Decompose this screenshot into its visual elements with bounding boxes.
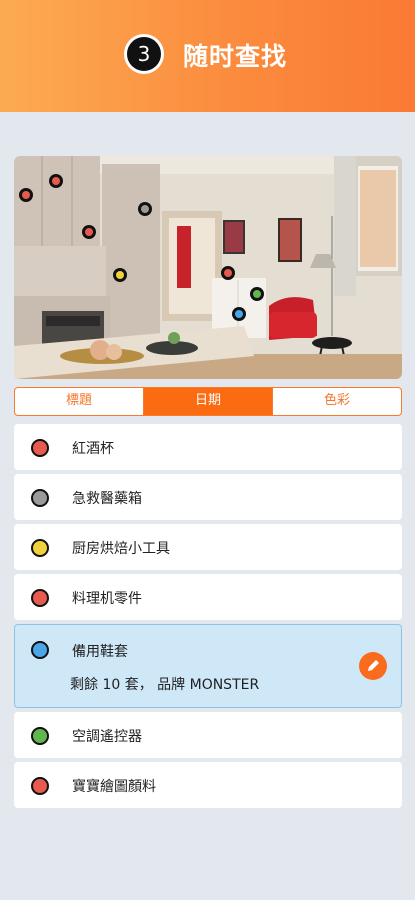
item-label: 寶寶繪圖顏料 (72, 779, 156, 795)
color-dot (31, 589, 49, 607)
tab-color[interactable]: 色彩 (272, 388, 401, 415)
photo-marker[interactable] (49, 174, 63, 188)
color-dot (31, 641, 49, 659)
edit-button[interactable] (359, 652, 387, 680)
list-item-selected[interactable]: 備用鞋套 剩餘 10 套， 品牌 MONSTER (14, 624, 402, 708)
list-item[interactable]: 寶寶繪圖顏料 (14, 762, 402, 808)
item-list: 紅酒杯 急救醫藥箱 厨房烘焙小工具 料理机零件 備用鞋套 剩餘 10 套， 品牌… (14, 424, 402, 812)
list-item[interactable]: 厨房烘焙小工具 (14, 524, 402, 570)
photo-markers-layer (19, 174, 264, 321)
item-label: 紅酒杯 (72, 441, 114, 457)
photo-marker[interactable] (250, 287, 264, 301)
tab-date[interactable]: 日期 (143, 388, 272, 415)
color-dot (31, 777, 49, 795)
tab-title[interactable]: 標題 (15, 388, 143, 415)
color-dot (31, 727, 49, 745)
step-number-badge: 3 (124, 34, 164, 74)
color-dot (31, 489, 49, 507)
list-item[interactable]: 料理机零件 (14, 574, 402, 620)
list-item[interactable]: 空調遙控器 (14, 712, 402, 758)
item-label: 厨房烘焙小工具 (72, 541, 170, 557)
item-detail: 剩餘 10 套， 品牌 MONSTER (70, 677, 260, 693)
item-label: 備用鞋套 (72, 644, 128, 660)
pencil-icon (368, 660, 379, 671)
photo-marker[interactable] (82, 225, 96, 239)
photo-marker[interactable] (138, 202, 152, 216)
list-item[interactable]: 急救醫藥箱 (14, 474, 402, 520)
photo-marker[interactable] (232, 307, 246, 321)
page-title: 随时查找 (183, 42, 288, 71)
item-label: 急救醫藥箱 (72, 491, 142, 507)
color-dot (31, 539, 49, 557)
header-banner: 3 随时查找 (0, 0, 415, 112)
photo-marker[interactable] (221, 266, 235, 280)
item-label: 空調遙控器 (72, 729, 142, 745)
color-dot (31, 439, 49, 457)
photo-marker[interactable] (113, 268, 127, 282)
item-label: 料理机零件 (72, 591, 142, 607)
photo-marker[interactable] (19, 188, 33, 202)
room-photo (14, 156, 402, 379)
sort-tabs: 標題 日期 色彩 (14, 387, 402, 416)
list-item[interactable]: 紅酒杯 (14, 424, 402, 470)
